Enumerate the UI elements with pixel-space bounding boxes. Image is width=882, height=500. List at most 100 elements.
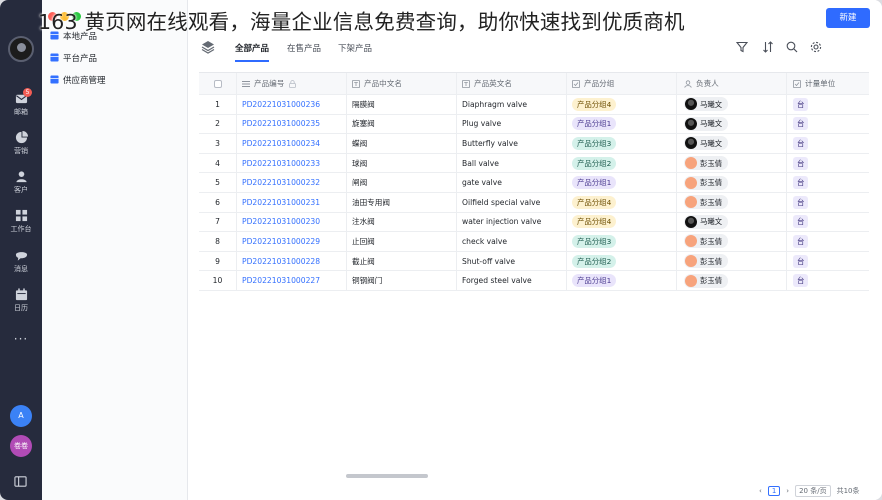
current-page[interactable]: 1 bbox=[767, 486, 781, 496]
cn-name-cell[interactable]: 球阀 bbox=[347, 153, 457, 173]
cn-name-cell[interactable]: 闸阀 bbox=[347, 173, 457, 192]
table-row[interactable]: 4 PD20221031000233 球阀 Ball valve 产品分组2 彭玉倩 台 bbox=[199, 153, 869, 174]
en-name-cell[interactable]: Butterfly valve bbox=[457, 134, 567, 153]
table-row[interactable]: 9 PD20221031000228 截止阀 Shut-off valve 产品分组2 彭… bbox=[199, 251, 869, 272]
table-row[interactable]: 2 PD20221031000235 旋塞阀 Plug valve 产品分组1 马曦文 台 bbox=[199, 114, 869, 135]
new-product-button[interactable]: 新建 bbox=[826, 8, 870, 28]
header-owner[interactable]: 负责人 bbox=[677, 73, 787, 94]
en-name-cell[interactable]: Shut-off valve bbox=[457, 251, 567, 271]
group-cell[interactable]: 产品分组4 bbox=[567, 192, 677, 212]
tab-off-shelf[interactable]: 下架产品 bbox=[338, 42, 372, 54]
owner-cell[interactable]: 马曦文 bbox=[677, 134, 787, 153]
group-cell[interactable]: 产品分组1 bbox=[567, 173, 677, 192]
cn-name-cell[interactable]: 止回阀 bbox=[347, 232, 457, 251]
horizontal-scrollbar[interactable] bbox=[346, 474, 428, 478]
unit-cell[interactable]: 台 bbox=[787, 173, 869, 192]
header-cn-name[interactable]: 产品中文名 bbox=[347, 73, 457, 94]
filter-icon[interactable] bbox=[736, 41, 748, 53]
en-name-cell[interactable]: check valve bbox=[457, 232, 567, 251]
cn-name-cell[interactable]: 截止阀 bbox=[347, 251, 457, 271]
table-row[interactable]: 10 PD20221031000227 铜钢阀门 Forged steel valve… bbox=[199, 271, 869, 291]
owner-cell[interactable]: 马曦文 bbox=[677, 95, 787, 114]
en-name-cell[interactable]: gate valve bbox=[457, 173, 567, 192]
unit-cell[interactable]: 台 bbox=[787, 95, 869, 114]
owner-cell[interactable]: 彭玉倩 bbox=[677, 192, 787, 212]
product-code-link[interactable]: PD20221031000234 bbox=[242, 139, 320, 148]
layers-icon[interactable] bbox=[201, 40, 215, 54]
rail-item-customer[interactable]: 客户 bbox=[0, 170, 42, 195]
unit-cell[interactable]: 台 bbox=[787, 115, 869, 134]
tab-all-products[interactable]: 全部产品 bbox=[235, 42, 270, 62]
page-size-select[interactable]: 20 条/页 bbox=[795, 485, 831, 497]
table-row[interactable]: 1 PD20221031000236 隔膜阀 Diaphragm valve 产品分组4… bbox=[199, 95, 869, 115]
code-cell[interactable]: PD20221031000227 bbox=[237, 271, 347, 290]
code-cell[interactable]: PD20221031000234 bbox=[237, 134, 347, 153]
code-cell[interactable]: PD20221031000235 bbox=[237, 114, 347, 134]
en-name-cell[interactable]: Diaphragm valve bbox=[457, 95, 567, 114]
unit-cell[interactable]: 台 bbox=[787, 252, 869, 271]
en-name-cell[interactable]: Oilfield special valve bbox=[457, 192, 567, 212]
unit-cell[interactable]: 台 bbox=[787, 213, 869, 232]
table-row[interactable]: 7 PD20221031000230 注水阀 water injection valv… bbox=[199, 212, 869, 233]
product-code-link[interactable]: PD20221031000228 bbox=[242, 257, 320, 266]
unit-cell[interactable]: 台 bbox=[787, 193, 869, 212]
cn-name-cell[interactable]: 注水阀 bbox=[347, 212, 457, 232]
cn-name-cell[interactable]: 隔膜阀 bbox=[347, 95, 457, 114]
product-code-link[interactable]: PD20221031000227 bbox=[242, 276, 320, 285]
group-cell[interactable]: 产品分组4 bbox=[567, 95, 677, 114]
product-code-link[interactable]: PD20221031000236 bbox=[242, 100, 320, 109]
en-name-cell[interactable]: water injection valve bbox=[457, 212, 567, 232]
owner-cell[interactable]: 马曦文 bbox=[677, 212, 787, 232]
code-cell[interactable]: PD20221031000233 bbox=[237, 153, 347, 173]
settings-icon[interactable] bbox=[810, 41, 822, 53]
table-row[interactable]: 5 PD20221031000232 闸阀 gate valve 产品分组1 彭玉倩 台 bbox=[199, 173, 869, 193]
group-cell[interactable]: 产品分组2 bbox=[567, 251, 677, 271]
user-avatar[interactable] bbox=[8, 36, 34, 62]
panel-toggle-icon[interactable] bbox=[14, 475, 27, 488]
owner-cell[interactable]: 彭玉倩 bbox=[677, 232, 787, 251]
unit-cell[interactable]: 台 bbox=[787, 134, 869, 153]
select-all-checkbox[interactable] bbox=[213, 79, 222, 88]
owner-cell[interactable]: 彭玉倩 bbox=[677, 153, 787, 173]
code-cell[interactable]: PD20221031000229 bbox=[237, 232, 347, 251]
product-code-link[interactable]: PD20221031000229 bbox=[242, 237, 320, 246]
rail-item-workbench[interactable]: 工作台 bbox=[0, 209, 42, 234]
group-cell[interactable]: 产品分组3 bbox=[567, 232, 677, 251]
header-en-name[interactable]: 产品英文名 bbox=[457, 73, 567, 94]
group-cell[interactable]: 产品分组2 bbox=[567, 153, 677, 173]
table-row[interactable]: 8 PD20221031000229 止回阀 check valve 产品分组3 彭玉倩 台 bbox=[199, 232, 869, 252]
tab-on-sale[interactable]: 在售产品 bbox=[287, 42, 321, 54]
next-page-icon[interactable]: › bbox=[786, 487, 789, 495]
code-cell[interactable]: PD20221031000228 bbox=[237, 251, 347, 271]
rail-item-messages[interactable]: 消息 bbox=[0, 249, 42, 274]
search-icon[interactable] bbox=[786, 41, 798, 53]
unit-cell[interactable]: 台 bbox=[787, 154, 869, 173]
owner-cell[interactable]: 马曦文 bbox=[677, 114, 787, 134]
owner-cell[interactable]: 彭玉倩 bbox=[677, 271, 787, 290]
cn-name-cell[interactable]: 蝶阀 bbox=[347, 134, 457, 153]
header-code[interactable]: 产品编号 bbox=[237, 73, 347, 94]
rail-item-mail[interactable]: 邮箱 5 bbox=[0, 88, 42, 117]
product-code-link[interactable]: PD20221031000230 bbox=[242, 217, 320, 226]
table-row[interactable]: 6 PD20221031000231 油田专用阀 Oilfield special v… bbox=[199, 192, 869, 213]
rail-item-marketing[interactable]: 营销 bbox=[0, 131, 42, 156]
unit-cell[interactable]: 台 bbox=[787, 271, 869, 290]
subnav-item-suppliers[interactable]: 供应商管理 bbox=[50, 72, 106, 90]
owner-cell[interactable]: 彭玉倩 bbox=[677, 251, 787, 271]
more-icon[interactable]: ··· bbox=[0, 332, 42, 346]
unit-cell[interactable]: 台 bbox=[787, 232, 869, 251]
header-unit[interactable]: 计量单位 bbox=[787, 73, 869, 94]
group-cell[interactable]: 产品分组3 bbox=[567, 134, 677, 153]
code-cell[interactable]: PD20221031000232 bbox=[237, 173, 347, 192]
owner-cell[interactable]: 彭玉倩 bbox=[677, 173, 787, 192]
product-code-link[interactable]: PD20221031000232 bbox=[242, 178, 320, 187]
sort-icon[interactable] bbox=[762, 41, 774, 53]
group-cell[interactable]: 产品分组1 bbox=[567, 271, 677, 290]
workspace-avatar-b[interactable]: 卷卷 bbox=[10, 435, 32, 457]
workspace-avatar-a[interactable]: A bbox=[10, 405, 32, 427]
en-name-cell[interactable]: Forged steel valve bbox=[457, 271, 567, 290]
en-name-cell[interactable]: Plug valve bbox=[457, 114, 567, 134]
rail-item-calendar[interactable]: 日历 bbox=[0, 288, 42, 313]
group-cell[interactable]: 产品分组4 bbox=[567, 212, 677, 232]
product-code-link[interactable]: PD20221031000235 bbox=[242, 119, 320, 128]
